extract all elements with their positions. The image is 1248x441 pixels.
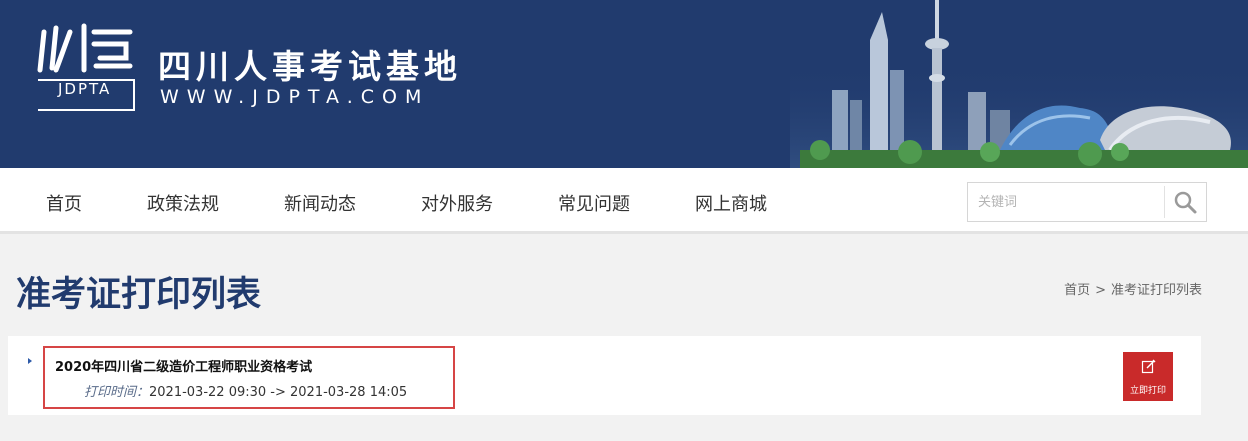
breadcrumb-home-link[interactable]: 首页	[1064, 283, 1090, 298]
print-now-label: 立即打印	[1129, 386, 1166, 396]
breadcrumb: 首页 > 准考证打印列表	[1064, 279, 1202, 298]
search-icon	[1174, 191, 1197, 214]
bullet-icon	[28, 358, 32, 364]
print-time-label: 打印时间：	[84, 385, 150, 400]
logo-code: JDPTA	[58, 80, 112, 98]
breadcrumb-separator: >	[1095, 283, 1106, 298]
nav-item-shop[interactable]: 网上商城	[695, 190, 767, 216]
logo-icon[interactable]	[30, 18, 142, 118]
nav-item-home[interactable]: 首页	[46, 190, 82, 216]
nav-item-news[interactable]: 新闻动态	[284, 190, 356, 216]
nav-item-services[interactable]: 对外服务	[421, 190, 493, 216]
print-time: 打印时间：2021-03-22 09:30 -> 2021-03-28 14:0…	[84, 381, 407, 400]
print-now-button[interactable]: 立即打印	[1123, 352, 1173, 401]
search-button[interactable]	[1164, 186, 1206, 218]
admission-ticket-list: 2020年四川省二级造价工程师职业资格考试 打印时间：2021-03-22 09…	[8, 336, 1201, 415]
exam-title-link[interactable]: 2020年四川省二级造价工程师职业资格考试	[55, 356, 312, 375]
site-header: JDPTA 四川人事考试基地 WWW.JDPTA.COM	[0, 0, 1248, 168]
nav-item-policies[interactable]: 政策法规	[147, 190, 219, 216]
city-skyline-image	[790, 0, 1248, 168]
nav-item-faq[interactable]: 常见问题	[558, 190, 630, 216]
breadcrumb-current[interactable]: 准考证打印列表	[1111, 283, 1202, 298]
search-input[interactable]	[968, 183, 1164, 221]
site-name: 四川人事考试基地	[158, 47, 462, 86]
site-url: WWW.JDPTA.COM	[160, 86, 430, 108]
page-title: 准考证打印列表	[16, 275, 262, 315]
search-box	[967, 182, 1207, 222]
print-time-range: 2021-03-22 09:30 -> 2021-03-28 14:05	[149, 385, 408, 400]
main-nav: 首页 政策法规 新闻动态 对外服务 常见问题 网上商城	[0, 168, 1248, 234]
edit-icon	[1141, 359, 1156, 374]
